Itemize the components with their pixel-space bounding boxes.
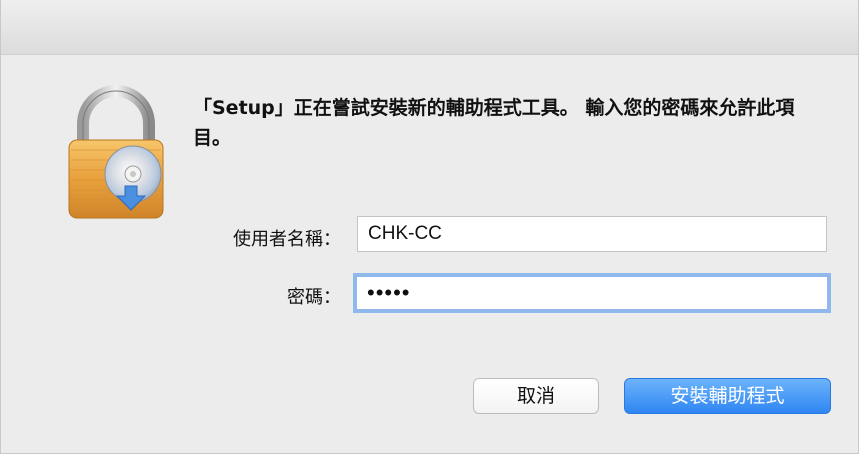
window-titlebar[interactable] bbox=[1, 0, 858, 55]
dialog-message: 「Setup」正在嘗試安裝新的輔助程式工具。 輸入您的密碼來允許此項目。 bbox=[193, 97, 795, 149]
cancel-button[interactable]: 取消 bbox=[473, 378, 599, 414]
password-label: 密碼： bbox=[287, 287, 341, 308]
lock-with-disc-icon bbox=[61, 82, 171, 222]
password-field[interactable]: ••••• bbox=[353, 273, 831, 313]
install-helper-button[interactable]: 安裝輔助程式 bbox=[624, 378, 831, 414]
username-label: 使用者名稱： bbox=[233, 229, 341, 250]
auth-dialog: 「Setup」正在嘗試安裝新的輔助程式工具。 輸入您的密碼來允許此項目。 使用者… bbox=[0, 0, 859, 454]
username-field[interactable]: CHK-CC bbox=[357, 216, 827, 252]
